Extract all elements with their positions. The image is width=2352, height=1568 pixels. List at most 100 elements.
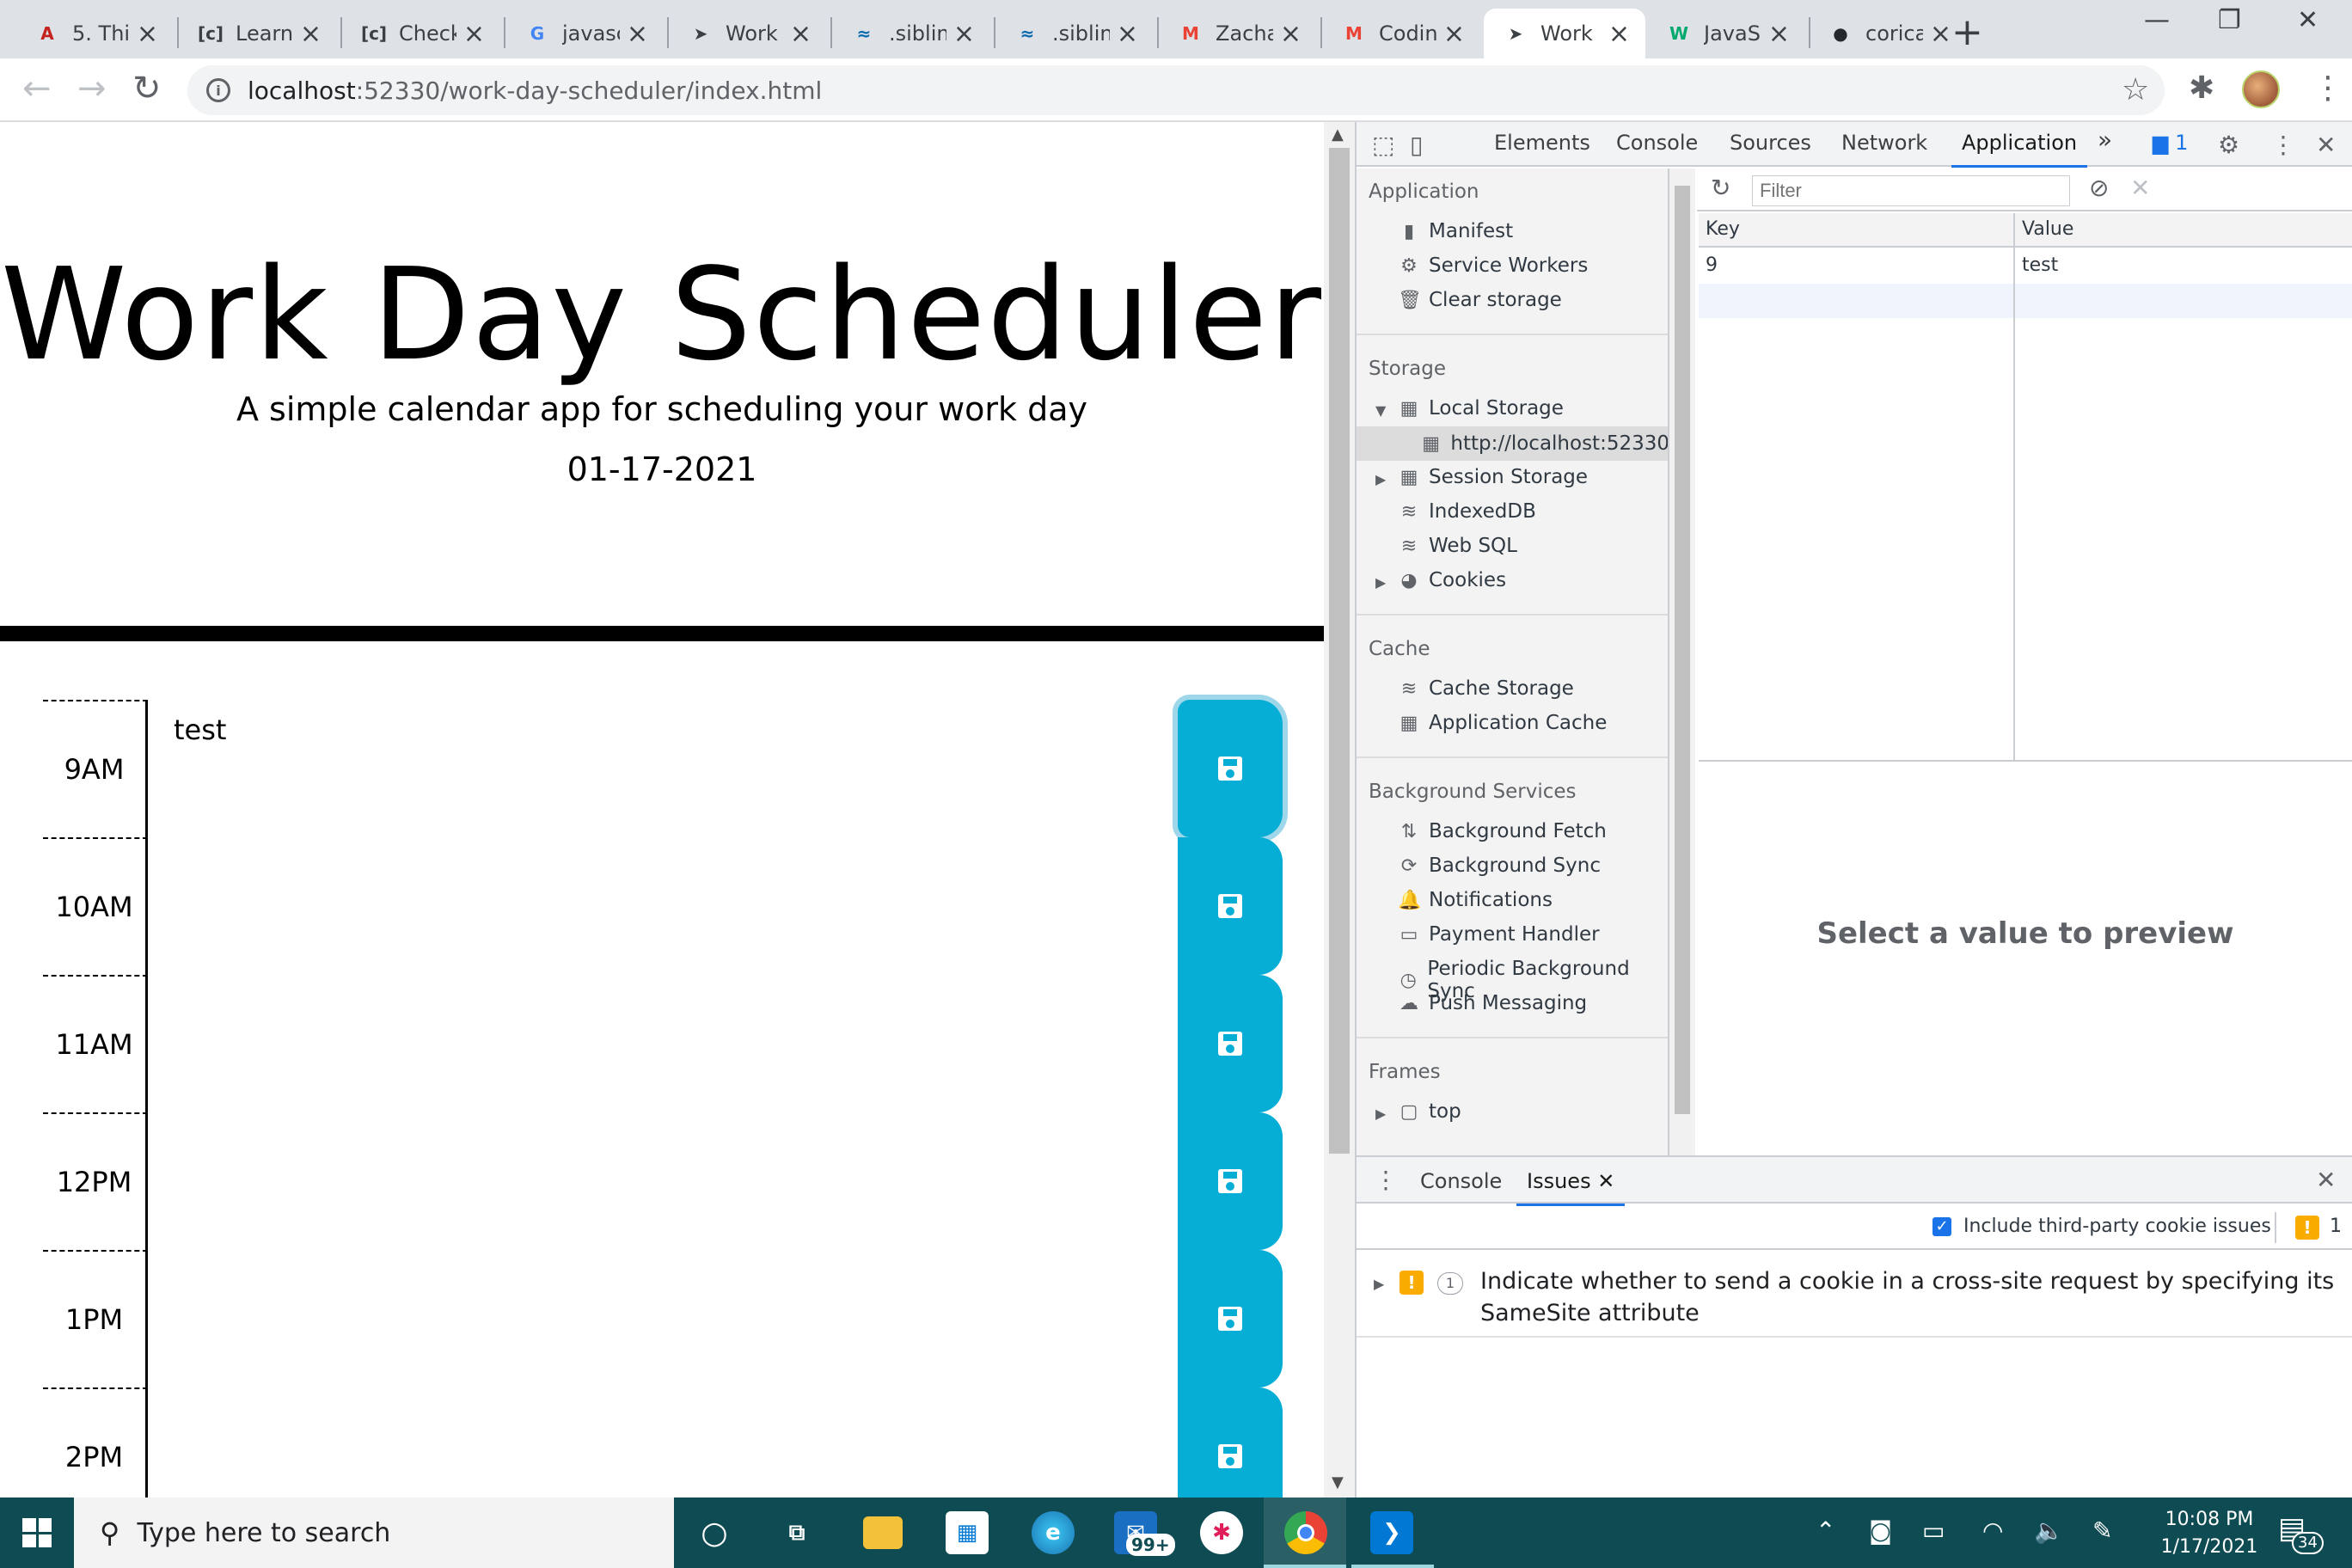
show-hidden-icons-icon[interactable]: ⌃: [1816, 1516, 1835, 1545]
sidebar-item-payment-handler[interactable]: ▭ Payment Handler: [1398, 923, 1600, 946]
save-button[interactable]: [1178, 1112, 1283, 1250]
new-tab-button[interactable]: +: [1951, 10, 1983, 54]
vscode-icon[interactable]: ❯: [1370, 1511, 1413, 1554]
collapsed-caret-icon[interactable]: ▶: [1375, 471, 1386, 487]
collapsed-caret-icon[interactable]: ▶: [1375, 1106, 1386, 1122]
browser-tab[interactable]: ➤ Work ×: [669, 9, 827, 58]
inspect-element-icon[interactable]: ⬚: [1372, 131, 1394, 159]
more-tabs-button[interactable]: »: [2098, 126, 2112, 154]
save-button[interactable]: [1178, 1250, 1283, 1387]
restore-button[interactable]: ❐: [2218, 5, 2241, 35]
taskbar-clock[interactable]: 10:08 PM 1/17/2021: [2149, 1506, 2269, 1561]
third-party-checkbox[interactable]: ✓: [1932, 1217, 1951, 1236]
event-textarea[interactable]: test: [148, 700, 1221, 837]
refresh-icon[interactable]: ↻: [1711, 174, 1730, 202]
table-cell-key[interactable]: 9: [1706, 254, 1718, 276]
sidebar-scrollbar[interactable]: [1669, 168, 1695, 1155]
close-tab-icon[interactable]: ×: [137, 19, 158, 49]
chrome-menu-icon[interactable]: ⋮: [2312, 70, 2343, 106]
sidebar-item-manifest[interactable]: ▮ Manifest: [1398, 220, 1513, 242]
close-tab-icon[interactable]: ×: [1608, 19, 1630, 49]
browser-tab[interactable]: ≈ .siblin ×: [832, 9, 990, 58]
windows-start-icon[interactable]: [22, 1518, 52, 1547]
wifi-icon[interactable]: ◠: [1982, 1516, 2003, 1545]
drawer-menu-icon[interactable]: ⋮: [1374, 1166, 1398, 1194]
settings-gear-icon[interactable]: ⚙: [2218, 131, 2239, 159]
chrome-icon[interactable]: [1284, 1511, 1327, 1554]
close-tab-icon[interactable]: ×: [1768, 19, 1790, 49]
close-tab-icon[interactable]: ×: [790, 19, 812, 49]
sidebar-item-web-sql[interactable]: ≋ Web SQL: [1398, 535, 1517, 557]
address-bar[interactable]: i localhost:52330/work-day-scheduler/ind…: [187, 65, 2165, 115]
microsoft-store-icon[interactable]: ▦: [946, 1511, 989, 1554]
tab-application[interactable]: Application: [1951, 131, 2088, 168]
back-button[interactable]: ←: [22, 69, 52, 108]
scroll-up-icon[interactable]: ▲: [1332, 126, 1344, 144]
close-window-button[interactable]: ✕: [2297, 5, 2318, 35]
save-button[interactable]: [1178, 1387, 1283, 1498]
expand-issue-icon[interactable]: ▶: [1374, 1276, 1384, 1292]
browser-tab[interactable]: ➤ Work ×: [1484, 9, 1645, 58]
close-tab-icon[interactable]: ×: [627, 19, 648, 49]
reload-button[interactable]: ↻: [132, 69, 162, 108]
close-drawer-icon[interactable]: ✕: [2316, 1166, 2336, 1194]
event-textarea[interactable]: [148, 1387, 1221, 1498]
close-tab-icon[interactable]: ×: [1930, 19, 1951, 49]
devtools-menu-icon[interactable]: ⋮: [2271, 131, 2295, 159]
bookmark-star-icon[interactable]: ☆: [2122, 72, 2149, 107]
drawer-tab-console[interactable]: Console: [1420, 1169, 1502, 1193]
expanded-caret-icon[interactable]: ▼: [1375, 402, 1386, 419]
table-cell-value[interactable]: test: [2022, 254, 2058, 276]
sidebar-item-cookies[interactable]: ◕ Cookies: [1398, 569, 1506, 591]
sidebar-item-background-fetch[interactable]: ⇅ Background Fetch: [1398, 820, 1607, 842]
close-devtools-icon[interactable]: ✕: [2316, 131, 2336, 159]
minimize-button[interactable]: —: [2144, 5, 2170, 35]
browser-tab[interactable]: A 5. Thi ×: [15, 9, 174, 58]
issues-counter[interactable]: ▆ 1: [2153, 131, 2188, 155]
taskbar-search[interactable]: ⚲ Type here to search: [74, 1498, 674, 1568]
slack-icon[interactable]: ✱: [1200, 1511, 1243, 1554]
filter-input[interactable]: [1752, 175, 2070, 206]
sidebar-item-service-workers[interactable]: ⚙ Service Workers: [1398, 254, 1588, 277]
browser-tab[interactable]: ≈ .siblin ×: [995, 9, 1154, 58]
extensions-icon[interactable]: ✱: [2189, 70, 2214, 106]
collapsed-caret-icon[interactable]: ▶: [1375, 574, 1386, 591]
pen-icon[interactable]: ✎: [2092, 1516, 2112, 1545]
browser-tab[interactable]: M Codin ×: [1322, 9, 1480, 58]
device-toolbar-icon[interactable]: ▯: [1410, 131, 1423, 159]
sidebar-item-local-storage[interactable]: ▦ Local Storage: [1398, 397, 1564, 420]
delete-selected-icon[interactable]: ✕: [2130, 174, 2150, 202]
save-button[interactable]: [1178, 837, 1283, 975]
event-textarea[interactable]: [148, 1250, 1221, 1387]
sidebar-item-session-storage[interactable]: ▦ Session Storage: [1398, 466, 1588, 488]
profile-avatar[interactable]: [2242, 70, 2280, 108]
tab-elements[interactable]: Elements: [1494, 131, 1590, 155]
browser-tab[interactable]: [c] Learn ×: [179, 9, 337, 58]
browser-tab[interactable]: Gjavasc ×: [505, 9, 664, 58]
column-header-key[interactable]: Key: [1706, 218, 1740, 240]
volume-icon[interactable]: 🔈: [2034, 1516, 2064, 1545]
sidebar-item-application-cache[interactable]: ▦ Application Cache: [1398, 712, 1608, 734]
clear-all-icon[interactable]: ⊘: [2089, 174, 2109, 202]
sidebar-item-clear-storage[interactable]: 🗑 Clear storage: [1398, 289, 1562, 311]
close-tab-icon[interactable]: ×: [1280, 19, 1302, 49]
file-explorer-icon[interactable]: [863, 1516, 903, 1549]
task-view-icon[interactable]: ⧉: [775, 1511, 818, 1554]
close-tab-icon[interactable]: ×: [953, 19, 975, 49]
browser-tab[interactable]: M Zacha ×: [1159, 9, 1317, 58]
scroll-down-icon[interactable]: ▼: [1332, 1473, 1344, 1491]
forward-button[interactable]: →: [77, 69, 107, 108]
browser-tab[interactable]: ● corica ×: [1809, 9, 1967, 58]
close-tab-icon[interactable]: ×: [1443, 19, 1465, 49]
sidebar-item-notifications[interactable]: 🔔 Notifications: [1398, 889, 1553, 911]
meet-now-icon[interactable]: ◙: [1869, 1516, 1892, 1545]
edge-icon[interactable]: e: [1032, 1511, 1075, 1554]
tab-sources[interactable]: Sources: [1730, 131, 1811, 155]
tab-console[interactable]: Console: [1616, 131, 1698, 155]
close-tab-icon[interactable]: ×: [300, 19, 322, 49]
close-tab-icon[interactable]: ×: [1117, 19, 1138, 49]
page-scrollbar[interactable]: ▲ ▼: [1324, 122, 1355, 1498]
column-header-value[interactable]: Value: [2022, 218, 2073, 240]
page-scroll-thumb[interactable]: [1329, 148, 1350, 1154]
browser-tab[interactable]: W JavaS ×: [1647, 9, 1805, 58]
